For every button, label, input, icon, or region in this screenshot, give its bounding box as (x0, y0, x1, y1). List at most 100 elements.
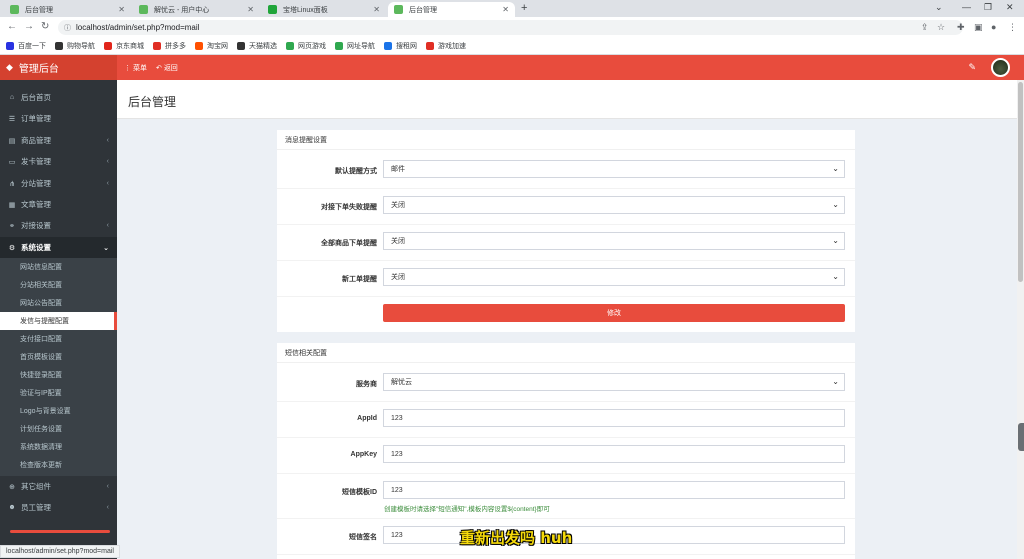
bookmark-item[interactable]: 京东商城 (104, 41, 144, 51)
sidebar-item-articles[interactable]: ▦ 文章管理 (0, 194, 117, 215)
submenu-item-active[interactable]: 发信与提醒配置 (0, 312, 117, 330)
info-icon[interactable]: ⓘ (64, 23, 71, 33)
submenu-item[interactable]: 验证与IP配置 (0, 384, 117, 402)
extensions-icon[interactable]: ✚ (957, 22, 965, 33)
appkey-input[interactable]: 123 (383, 445, 845, 463)
address-bar[interactable]: ⓘ localhost/admin/set.php?mod=mail (58, 20, 963, 35)
side-panel-icon[interactable]: ▣ (974, 22, 983, 33)
submenu-item[interactable]: 支付接口配置 (0, 330, 117, 348)
browser-tab[interactable]: 后台管理 ✕ (4, 2, 131, 17)
submit-button[interactable]: 修改 (383, 304, 845, 322)
bookmark-item[interactable]: 网页游戏 (286, 41, 326, 51)
field-label: AppId (357, 415, 377, 422)
chevron-down-icon: ⌄ (103, 244, 109, 252)
wrench-icon[interactable]: ✎ (968, 62, 976, 73)
form-row: 对接下单失败提醒 关闭 ⌄ (277, 189, 855, 225)
back-arrow-icon[interactable]: ← (7, 21, 17, 32)
browser-tab-active[interactable]: 后台管理 ✕ (388, 2, 515, 17)
profile-icon[interactable]: ● (991, 22, 996, 32)
minimize-icon[interactable]: — (962, 2, 971, 12)
sidebar-item-cards[interactable]: ▭ 发卡管理 ‹ (0, 151, 117, 172)
submenu-item[interactable]: 检查版本更新 (0, 456, 117, 474)
back-button-label: 返回 (163, 65, 178, 72)
bookmark-favicon-icon (335, 42, 343, 50)
bookmark-item[interactable]: 网址导航 (335, 41, 375, 51)
sidebar-item-staff[interactable]: ☻ 员工管理 ‹ (0, 497, 117, 518)
submenu-item[interactable]: 系统数据清理 (0, 438, 117, 456)
form-row: 新工单提醒 关闭 ⌄ (277, 261, 855, 297)
submenu-item[interactable]: 网站信息配置 (0, 258, 117, 276)
chevron-left-icon: ‹ (106, 180, 109, 187)
field-label: 服务商 (356, 381, 377, 388)
bookmark-label: 淘宝网 (207, 43, 228, 50)
menu-button[interactable]: ⋮ 菜单 (124, 63, 147, 73)
sidebar-item-plugins[interactable]: ⊕ 其它组件 ‹ (0, 476, 117, 497)
back-button[interactable]: ↶ 返回 (156, 63, 178, 73)
bookmark-item[interactable]: 游戏加速 (426, 41, 466, 51)
forward-arrow-icon[interactable]: → (24, 21, 34, 32)
browser-tab[interactable]: 宝塔Linux面板 ✕ (262, 2, 386, 17)
submenu-item[interactable]: 计划任务设置 (0, 420, 117, 438)
default-remind-select[interactable]: 邮件 ⌄ (383, 160, 845, 178)
new-ticket-remind-select[interactable]: 关闭 ⌄ (383, 268, 845, 286)
bookmark-star-icon[interactable]: ☆ (937, 22, 945, 33)
avatar[interactable] (991, 58, 1010, 77)
bookmark-item[interactable]: 搜租网 (384, 41, 417, 51)
sidebar-item-orders[interactable]: ☰ 订单管理 (0, 108, 117, 129)
submenu-item[interactable]: 首页模板设置 (0, 348, 117, 366)
scrollbar-thumb[interactable] (1018, 82, 1023, 282)
bookmark-label: 搜租网 (396, 43, 417, 50)
submenu-item[interactable]: Logo与背景设置 (0, 402, 117, 420)
sidebar-scrollbar[interactable] (10, 530, 110, 533)
reload-icon[interactable]: ↻ (41, 21, 49, 32)
main-content: 后台管理 消息提醒设置 默认提醒方式 邮件 ⌄ 对接下单失败提醒 关闭 ⌄ 全部商品… (117, 80, 1017, 559)
bookmark-favicon-icon (286, 42, 294, 50)
tab-search-icon[interactable]: ⌄ (935, 2, 943, 13)
tab-close-icon[interactable]: ✕ (502, 5, 509, 14)
bookmark-item[interactable]: 天猫精选 (237, 41, 277, 51)
sms-sign-input[interactable]: 123 (383, 526, 845, 544)
bookmark-item[interactable]: 淘宝网 (195, 41, 228, 51)
sidebar-item-label: 后台首页 (21, 93, 51, 102)
window-close-icon[interactable]: ✕ (1006, 2, 1014, 13)
new-tab-button[interactable]: + (521, 2, 527, 14)
dock-fail-remind-select[interactable]: 关闭 ⌄ (383, 196, 845, 214)
bookmark-item[interactable]: 购物导航 (55, 41, 95, 51)
page-scrollbar[interactable] (1017, 80, 1024, 559)
submenu-item[interactable]: 分站相关配置 (0, 276, 117, 294)
tab-close-icon[interactable]: ✕ (118, 5, 125, 14)
chevron-left-icon: ‹ (106, 483, 109, 490)
overlay-caption: 重新出发吗 huh (460, 529, 573, 547)
sidebar-item-goods[interactable]: ▤ 商品管理 ‹ (0, 130, 117, 151)
sidebar-submenu: 网站信息配置 分站相关配置 网站公告配置 发信与提醒配置 支付接口配置 首页模板… (0, 258, 117, 476)
select-value: 邮件 (391, 166, 405, 173)
bookmark-item[interactable]: 拼多多 (153, 41, 186, 51)
chevron-left-icon: ‹ (106, 158, 109, 165)
sidebar-item-docking[interactable]: ⚭ 对接设置 ‹ (0, 215, 117, 236)
share-icon[interactable]: ⇪ (921, 22, 929, 33)
bookmark-item[interactable]: 百度一下 (6, 41, 46, 51)
tab-close-icon[interactable]: ✕ (247, 5, 254, 14)
edge-handle[interactable] (1018, 423, 1024, 451)
template-id-input[interactable]: 123 (383, 481, 845, 499)
submenu-item[interactable]: 网站公告配置 (0, 294, 117, 312)
browser-tab[interactable]: 解忧云 - 用户中心 ✕ (133, 2, 260, 17)
sidebar-item-label: 分站管理 (21, 179, 51, 188)
sms-provider-select[interactable]: 解忧云 ⌄ (383, 373, 845, 391)
appid-input[interactable]: 123 (383, 409, 845, 427)
maximize-icon[interactable]: ❐ (984, 2, 992, 13)
sidebar-item-system-settings[interactable]: ⚙ 系统设置 ⌄ (0, 237, 117, 258)
all-goods-remind-select[interactable]: 关闭 ⌄ (383, 232, 845, 250)
sidebar-item-substations[interactable]: ⋔ 分站管理 ‹ (0, 173, 117, 194)
tab-favicon-icon (394, 5, 403, 14)
tab-close-icon[interactable]: ✕ (373, 5, 380, 14)
chevron-left-icon: ‹ (106, 222, 109, 229)
brand[interactable]: ◆ 管理后台 (0, 55, 117, 80)
menu-dots-icon[interactable]: ⋮ (1008, 22, 1017, 33)
submenu-item[interactable]: 快捷登录配置 (0, 366, 117, 384)
sidebar-item-label: 系统设置 (21, 243, 51, 252)
sidebar-item-home[interactable]: ⌂ 后台首页 (0, 87, 117, 108)
select-value: 关闭 (391, 238, 405, 245)
select-value: 关闭 (391, 274, 405, 281)
gear-icon: ⚙ (8, 244, 16, 252)
